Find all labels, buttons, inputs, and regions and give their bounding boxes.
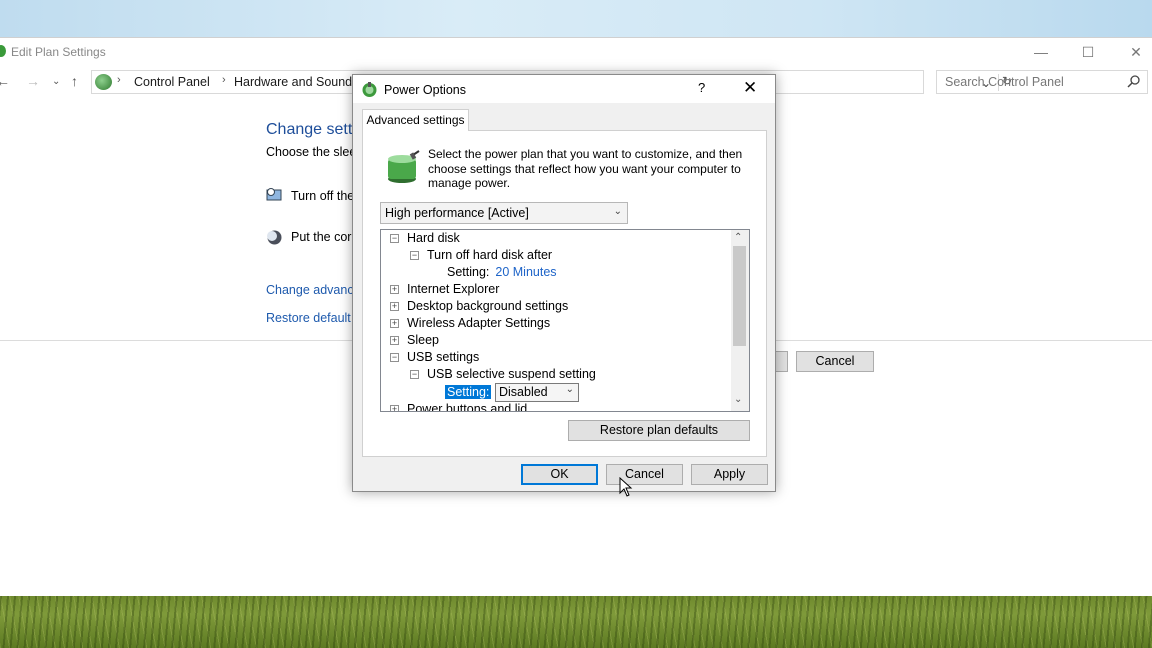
restore-plan-defaults-button[interactable]: Restore plan defaults [568,420,750,441]
chevron-down-icon: ⌄ [613,206,622,217]
power-options-icon [362,82,377,97]
scrollbar-thumb[interactable] [733,246,746,346]
apply-button[interactable]: Apply [691,464,768,485]
sleep-moon-icon [267,230,282,245]
search-input[interactable]: Search Control Panel [936,70,1148,94]
breadcrumb-separator-icon[interactable]: › [117,74,121,86]
tree-item-power-buttons[interactable]: + Power buttons and lid [390,402,528,412]
window-title: Edit Plan Settings [11,45,106,59]
tree-item-usb-selective-suspend[interactable]: − USB selective suspend setting [410,367,596,384]
expand-icon[interactable]: + [390,302,399,311]
collapse-icon[interactable]: − [410,370,419,379]
battery-plug-icon [388,150,420,183]
collapse-icon[interactable]: − [410,251,419,260]
breadcrumb-control-panel[interactable]: Control Panel [134,75,210,89]
forward-arrow-icon[interactable]: → [26,73,40,89]
close-button[interactable]: ✕ [1121,42,1151,62]
breadcrumb-hardware-and-sound[interactable]: Hardware and Sound [234,75,352,89]
collapse-icon[interactable]: − [390,234,399,243]
tree-item-sleep[interactable]: + Sleep [390,333,439,350]
tree-item-wireless-adapter[interactable]: + Wireless Adapter Settings [390,316,550,333]
desktop-sky [0,0,1152,38]
page-subtitle: Choose the slee [266,145,357,159]
recent-locations-chevron-icon[interactable]: ⌄ [52,76,60,87]
tree-label: Hard disk [407,231,460,245]
tree-item-usb-setting[interactable]: Setting: [445,385,492,402]
scroll-up-icon[interactable]: ⌃ [734,232,742,243]
setting-label: Setting: [447,265,490,279]
cancel-button[interactable]: Cancel [796,351,874,372]
control-panel-icon [95,74,112,90]
tree-item-hd-setting[interactable]: Setting: 20 Minutes [447,265,557,282]
tree-label: Desktop background settings [407,299,569,313]
power-plan-selected: High performance [Active] [385,206,529,220]
minimize-button[interactable]: — [1026,42,1056,62]
tree-label: USB selective suspend setting [427,367,596,381]
put-computer-to-sleep-label: Put the cor [291,230,352,244]
tree-label: Internet Explorer [407,282,500,296]
collapse-icon[interactable]: − [390,353,399,362]
tree-item-desktop-background[interactable]: + Desktop background settings [390,299,568,316]
change-advanced-settings-link[interactable]: Change advanc [266,283,354,297]
tree-label: Wireless Adapter Settings [407,316,551,330]
tree-scrollbar[interactable]: ⌃ ⌄ [731,230,749,411]
display-icon [266,188,282,201]
expand-icon[interactable]: + [390,405,399,411]
mouse-pointer-icon [619,477,633,497]
usb-setting-label: Setting: [445,385,492,399]
search-icon[interactable] [1127,74,1141,88]
breadcrumb-separator-icon[interactable]: › [222,74,226,86]
scroll-down-icon[interactable]: ⌄ [734,394,742,405]
tree-item-turn-off-hard-disk[interactable]: − Turn off hard disk after [410,248,552,265]
tree-label: Turn off hard disk after [427,248,553,262]
back-arrow-icon[interactable]: ← [0,73,10,89]
search-placeholder: Search Control Panel [945,75,1064,89]
window-titlebar: Edit Plan Settings — ☐ ✕ [0,38,1152,66]
save-changes-button[interactable] [775,351,788,372]
chevron-down-icon: ⌄ [565,384,574,395]
hd-setting-value[interactable]: 20 Minutes [495,265,556,279]
tree-item-hard-disk[interactable]: − Hard disk [390,231,460,248]
usb-setting-dropdown[interactable]: Disabled ⌄ [495,383,579,402]
expand-icon[interactable]: + [390,319,399,328]
intro-text: Select the power plan that you want to c… [428,147,743,190]
tree-label: USB settings [407,350,480,364]
tree-item-internet-explorer[interactable]: + Internet Explorer [390,282,499,299]
expand-icon[interactable]: + [390,336,399,345]
desktop-grass [0,596,1152,648]
maximize-button[interactable]: ☐ [1073,42,1103,62]
dialog-close-button[interactable]: ✕ [743,78,757,98]
tree-label: Sleep [407,333,439,347]
turn-off-display-label: Turn off the [291,189,355,203]
expand-icon[interactable]: + [390,285,399,294]
up-arrow-icon[interactable]: ↑ [71,73,78,89]
power-plan-dropdown[interactable]: High performance [Active] ⌄ [380,202,628,224]
advanced-settings-panel: Select the power plan that you want to c… [362,130,767,457]
usb-setting-value: Disabled [499,385,548,399]
help-button[interactable]: ? [698,80,705,95]
tree-label: Power buttons and lid [407,402,528,412]
ok-button[interactable]: OK [521,464,598,485]
dialog-cancel-button[interactable]: Cancel [606,464,683,485]
power-options-dialog: Power Options ? ✕ Advanced settings Sele… [352,74,776,492]
dialog-title: Power Options [384,83,466,97]
page-heading: Change sett [266,121,353,138]
settings-tree[interactable]: − Hard disk − Turn off hard disk after Set… [380,229,750,412]
tab-advanced-settings[interactable]: Advanced settings [362,109,469,131]
dialog-titlebar: Power Options ? ✕ [353,75,775,103]
window-app-icon [0,45,6,57]
restore-default-settings-link[interactable]: Restore default [266,311,351,325]
tree-item-usb-settings[interactable]: − USB settings [390,350,479,367]
